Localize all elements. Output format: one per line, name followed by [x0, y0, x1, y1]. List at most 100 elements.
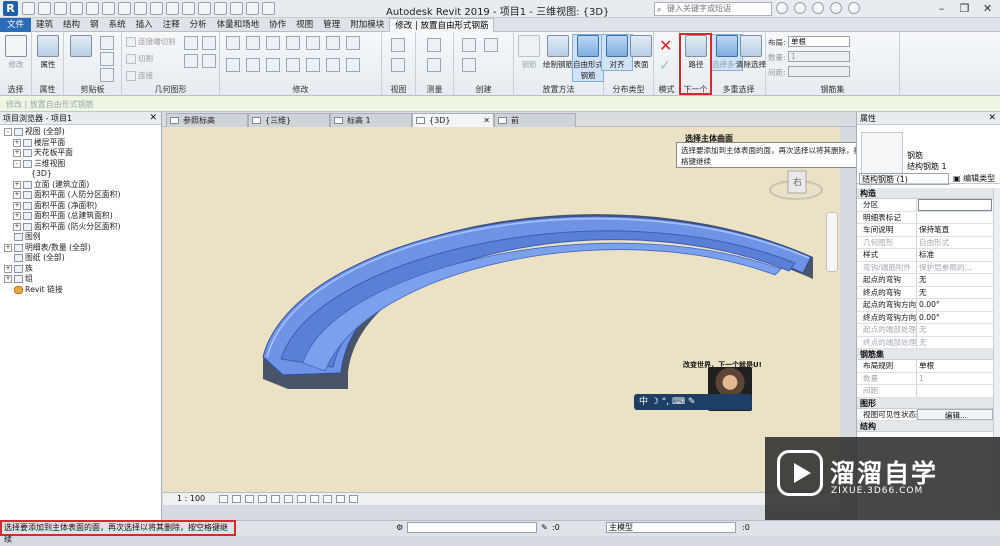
edit-type-button[interactable]: ▣ 编辑类型 — [953, 173, 995, 185]
tree-item[interactable]: + 楼层平面 — [0, 138, 161, 149]
property-group-header[interactable]: 构造 — [857, 188, 993, 199]
tab-architecture[interactable]: 建筑 — [31, 18, 58, 32]
create-group-icon[interactable] — [484, 38, 498, 52]
tree-item[interactable]: + 面积平面 (总建筑面积) — [0, 211, 161, 222]
tree-item[interactable]: + 面积平面 (人防分区面积) — [0, 190, 161, 201]
undo-icon[interactable] — [70, 2, 83, 15]
tab-massing[interactable]: 体量和场地 — [212, 18, 265, 32]
property-value[interactable]: 0.00° — [917, 299, 993, 311]
view-scale[interactable]: 1 : 100 — [177, 494, 205, 503]
save-icon[interactable] — [38, 2, 51, 15]
split-face-icon[interactable] — [184, 36, 198, 50]
freeform-rebar-button[interactable]: 自由形式钢筋 — [572, 34, 604, 82]
property-value[interactable]: 编辑... — [917, 408, 993, 420]
expand-icon[interactable]: + — [13, 149, 21, 157]
tab-insert[interactable]: 插入 — [131, 18, 158, 32]
thin-lines-icon[interactable] — [214, 2, 227, 15]
measure-tool-icon[interactable] — [427, 38, 441, 52]
tree-item[interactable]: + 明细表/数量 (全部) — [0, 243, 161, 254]
revit-logo[interactable]: R — [3, 1, 18, 16]
tab-view[interactable]: 视图 — [291, 18, 318, 32]
property-value[interactable]: 无 — [917, 287, 993, 299]
section-icon[interactable] — [198, 2, 211, 15]
measure-icon[interactable] — [118, 2, 131, 15]
tab-modify-freeform-rebar[interactable]: 修改 | 放置自由形式钢筋 — [389, 18, 495, 32]
analytical-model-icon[interactable] — [349, 495, 358, 503]
drawing-area[interactable] — [163, 127, 840, 492]
property-row[interactable]: 分区 — [857, 199, 993, 212]
create-similar-icon[interactable] — [462, 58, 476, 72]
tree-item[interactable]: + 天花板平面 — [0, 148, 161, 159]
clear-selection-button[interactable]: 清除选择 — [736, 35, 766, 70]
tree-item[interactable]: + 立面 (建筑立面) — [0, 180, 161, 191]
qat-dropdown-icon[interactable] — [262, 2, 275, 15]
spacing-field[interactable] — [788, 66, 850, 77]
property-value[interactable]: 标准 — [917, 249, 993, 261]
print-icon[interactable] — [102, 2, 115, 15]
surface-distribution-button[interactable]: 表面 — [626, 35, 656, 70]
sketch-rebar-button[interactable]: 绘制钢筋 — [543, 35, 573, 70]
modify-button[interactable]: 修改 — [1, 35, 31, 70]
delete-icon[interactable] — [346, 58, 360, 72]
property-group-header[interactable]: 钢筋集 — [857, 349, 993, 360]
property-row[interactable]: 布局规则 单根 — [857, 360, 993, 373]
array-icon[interactable] — [306, 58, 320, 72]
tree-item[interactable]: + 面积平面 (防火分区面积) — [0, 222, 161, 233]
editable-only-icon[interactable]: ✎ — [541, 523, 548, 532]
view-tab-3d-default[interactable]: {三维} — [248, 113, 330, 127]
close-icon[interactable]: ✕ — [976, 0, 999, 18]
finish-icon[interactable]: ✓ — [659, 58, 671, 74]
tab-addins[interactable]: 附加模块 — [345, 18, 389, 32]
property-row[interactable]: 视图可见性状态 编辑... — [857, 408, 993, 421]
mirror-axis-icon[interactable] — [266, 36, 280, 50]
help-icon[interactable] — [848, 2, 860, 14]
copy-icon[interactable] — [100, 52, 114, 66]
maximize-icon[interactable]: ❐ — [953, 0, 976, 18]
tab-steel[interactable]: 钢 — [85, 18, 104, 32]
sync-icon[interactable] — [54, 2, 67, 15]
layout-select[interactable]: 单根 — [788, 36, 850, 47]
close-hidden-icon[interactable] — [230, 2, 243, 15]
property-group-header[interactable]: 图形 — [857, 397, 993, 409]
view-tab-level-1[interactable]: 标高 1 — [330, 113, 412, 127]
view-tab-reference-level[interactable]: 参照标高 — [166, 113, 248, 127]
scale-icon[interactable] — [326, 58, 340, 72]
property-row[interactable]: 明细表标记 — [857, 211, 993, 224]
tree-item[interactable]: + 族 — [0, 264, 161, 275]
tag-icon[interactable] — [150, 2, 163, 15]
close-icon[interactable]: ✕ — [988, 112, 996, 125]
expand-icon[interactable]: + — [13, 212, 21, 220]
cancel-icon[interactable]: ✕ — [659, 36, 672, 55]
property-row[interactable]: 车间说明 保持笔直 — [857, 224, 993, 237]
render-icon[interactable] — [271, 495, 280, 503]
offset-icon[interactable] — [246, 36, 260, 50]
detail-level-icon[interactable] — [219, 495, 228, 503]
tab-file[interactable]: 文件 — [0, 18, 32, 32]
ime-toolbar[interactable]: 中 ☽ °, ⌨ ✎ — [634, 394, 752, 410]
view-tab-3d[interactable]: {3D} ✕ — [412, 113, 494, 127]
create-parts-icon[interactable] — [462, 38, 476, 52]
tree-item[interactable]: 图例 — [0, 232, 161, 243]
user-icon[interactable] — [794, 2, 806, 14]
hide-icon[interactable] — [391, 38, 405, 52]
align-icon[interactable] — [226, 36, 240, 50]
cut-icon[interactable] — [100, 36, 114, 50]
collapse-icon[interactable]: - — [4, 128, 12, 136]
trim-icon[interactable] — [286, 58, 300, 72]
move-icon[interactable] — [226, 58, 240, 72]
dimension-tool-icon[interactable] — [427, 58, 441, 72]
property-value[interactable]: 单根 — [917, 360, 993, 372]
tab-systems[interactable]: 系统 — [104, 18, 131, 32]
view-cube[interactable]: 右 — [768, 168, 824, 202]
property-value[interactable]: 0.00° — [917, 312, 993, 324]
view-tab-front[interactable]: 前 — [494, 113, 576, 127]
reveal-hidden-icon[interactable] — [336, 495, 345, 503]
workset-dropdown[interactable] — [407, 522, 538, 533]
tree-item[interactable]: - 三维视图 — [0, 159, 161, 170]
switch-windows-icon[interactable] — [246, 2, 259, 15]
show-crop-icon[interactable] — [297, 495, 306, 503]
worksets-icon[interactable]: ⚙ — [396, 523, 403, 532]
rebar-button[interactable]: 钢筋 — [514, 35, 544, 70]
expand-icon[interactable]: + — [13, 222, 21, 231]
tree-item[interactable]: Revit 链接 — [0, 285, 161, 296]
